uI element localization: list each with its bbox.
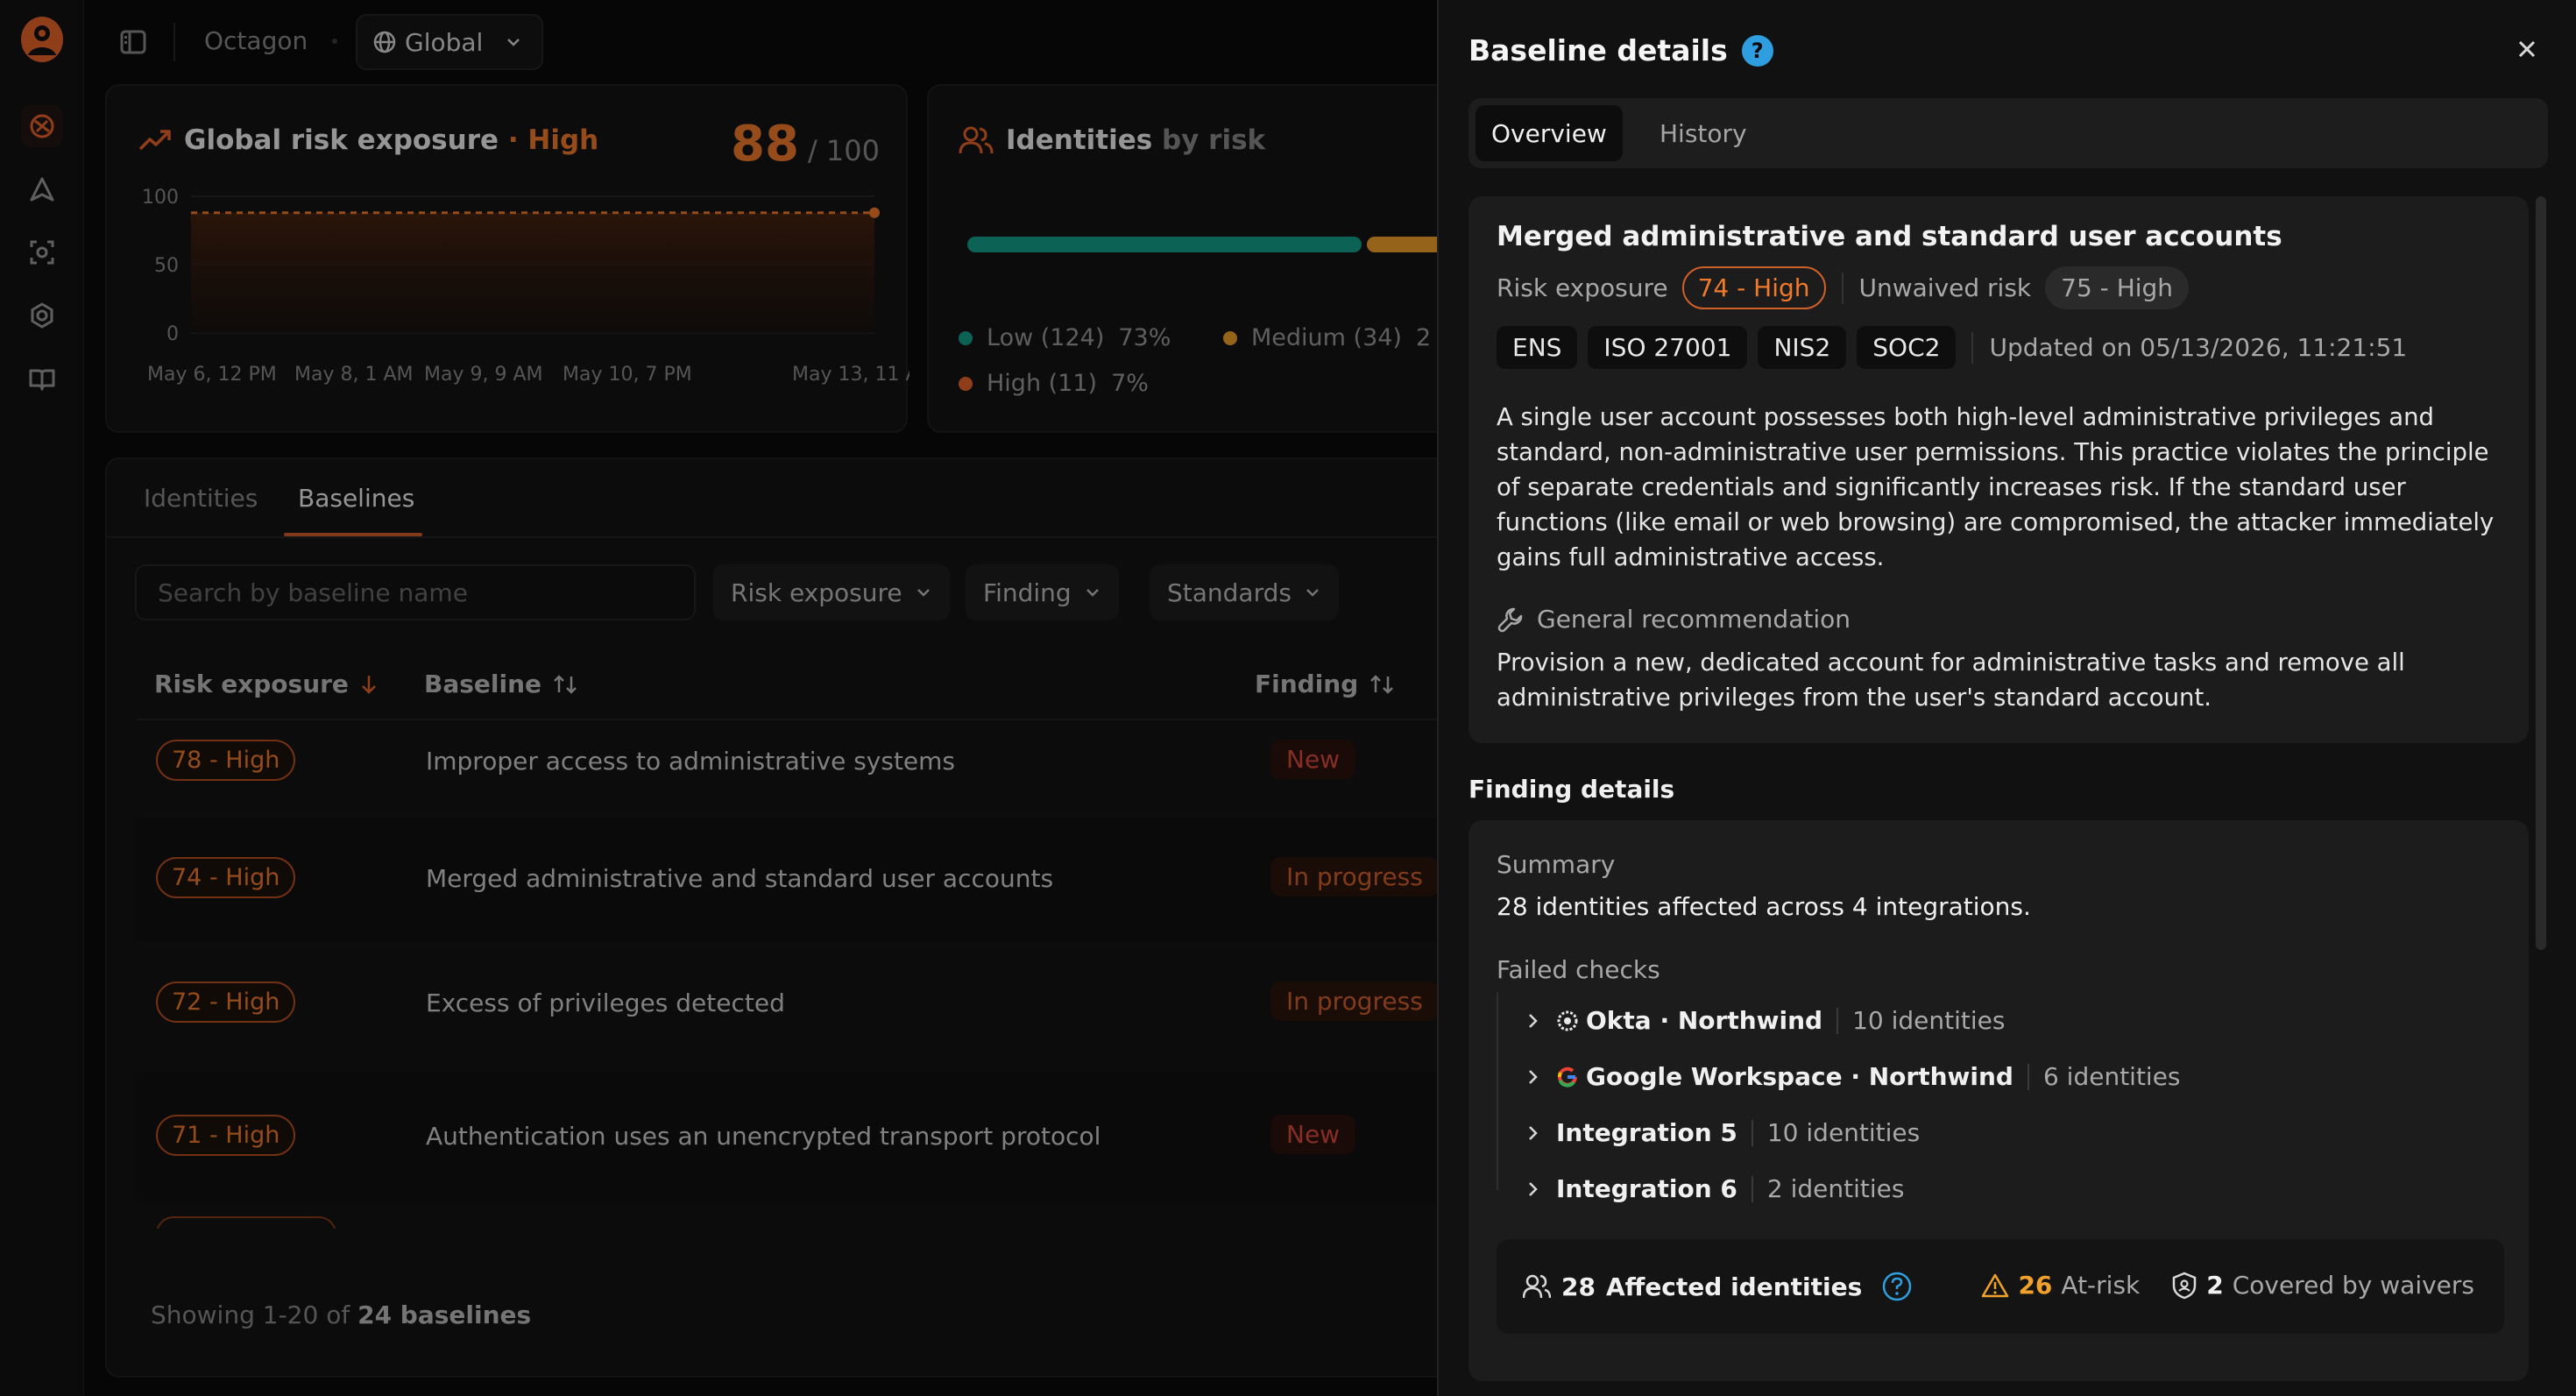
finding-details-heading: Finding details: [1468, 775, 1675, 804]
tab-history[interactable]: History: [1644, 105, 1763, 161]
affected-label: Affected identities: [1605, 1272, 1863, 1301]
summary-label: Summary: [1497, 850, 1616, 879]
failed-check-integration-5[interactable]: Integration 5 10 identities: [1523, 1118, 1920, 1147]
tab-overview[interactable]: Overview: [1476, 105, 1623, 161]
risk-exposure-badge: 74 - High: [1681, 266, 1826, 309]
finding-details-card: Summary 28 identities affected across 4 …: [1468, 820, 2529, 1381]
standards-line: ENS ISO 27001 NIS2 SOC2 Updated on 05/13…: [1497, 326, 2407, 369]
divider: [1841, 272, 1844, 304]
affected-count: 28: [1561, 1272, 1596, 1301]
baseline-summary-card: Merged administrative and standard user …: [1468, 196, 2529, 743]
scrollbar[interactable]: [2536, 196, 2546, 950]
drawer-tabs: Overview History: [1468, 98, 2548, 168]
failed-check-okta[interactable]: Okta · Northwind 10 identities: [1523, 1006, 2005, 1035]
chevron-right-icon: [1529, 1069, 1538, 1084]
drawer-title-text: Baseline details: [1468, 33, 1728, 67]
risk-exposure-label: Risk exposure: [1497, 273, 1668, 302]
check-name: Integration 5: [1556, 1118, 1737, 1147]
help-icon[interactable]: ?: [1741, 34, 1773, 67]
google-icon: [1557, 1066, 1577, 1087]
failed-checks-label: Failed checks: [1497, 955, 1660, 984]
recommendation-heading: General recommendation: [1497, 605, 1851, 634]
wrench-icon: [1497, 607, 1523, 632]
chevron-right-icon: [1529, 1181, 1538, 1196]
divider: [1836, 1007, 1839, 1034]
chevron-right-icon: [1529, 1125, 1538, 1140]
baseline-title: Merged administrative and standard user …: [1497, 221, 2282, 252]
unwaived-risk-label: Unwaived risk: [1858, 273, 2032, 302]
failed-check-integration-6[interactable]: Integration 6 2 identities: [1523, 1174, 1904, 1203]
failed-check-google[interactable]: Google Workspace · Northwind 6 identitie…: [1523, 1062, 2181, 1091]
check-count: 10 identities: [1766, 1118, 1921, 1147]
recommendation-text: Provision a new, dedicated account for a…: [1497, 648, 2405, 712]
standard-tag: ENS: [1497, 326, 1578, 369]
shield-icon: [2173, 1272, 2197, 1299]
warning-icon: [1982, 1273, 2009, 1297]
check-count: 10 identities: [1852, 1006, 2006, 1035]
standard-tag: SOC2: [1857, 326, 1957, 369]
divider: [1751, 1119, 1753, 1146]
at-risk-count: 26: [2018, 1271, 2053, 1300]
baseline-details-drawer: Baseline details ? Overview History Merg…: [1437, 0, 2576, 1396]
standard-tag: ISO 27001: [1588, 326, 1748, 369]
waived-count: 2: [2206, 1271, 2224, 1300]
check-name: Integration 6: [1556, 1174, 1737, 1203]
users-icon: [1523, 1274, 1551, 1299]
divider: [2027, 1063, 2029, 1090]
affected-identities-bar: 28 Affected identities 26 At-risk 2 Cove…: [1497, 1239, 2504, 1334]
check-name: Google Workspace · Northwind: [1586, 1062, 2013, 1091]
baseline-description: A single user account possesses both hig…: [1497, 403, 2495, 571]
drawer-title: Baseline details ?: [1468, 33, 1773, 67]
standard-tag: NIS2: [1758, 326, 1847, 369]
chevron-right-icon: [1529, 1013, 1538, 1028]
at-risk-label: At-risk: [2061, 1271, 2141, 1300]
divider: [1971, 331, 1974, 364]
modal-backdrop[interactable]: [0, 0, 1437, 1396]
updated-timestamp: Updated on 05/13/2026, 11:21:51: [1989, 333, 2408, 362]
check-count: 2 identities: [1766, 1174, 1905, 1203]
recommendation-label: General recommendation: [1537, 605, 1851, 634]
waived-label: Covered by waivers: [2232, 1271, 2474, 1300]
help-circle-icon[interactable]: [1881, 1271, 1913, 1302]
okta-icon: [1557, 1010, 1578, 1031]
tree-guide: [1497, 992, 1498, 1190]
check-count: 6 identities: [2042, 1062, 2181, 1091]
risk-line: Risk exposure 74 - High Unwaived risk 75…: [1497, 266, 2190, 309]
summary-text: 28 identities affected across 4 integrat…: [1497, 892, 2031, 921]
divider: [1751, 1175, 1753, 1202]
unwaived-risk-badge: 75 - High: [2045, 266, 2190, 309]
risk-breakdown: 26 At-risk 2 Covered by waivers: [1981, 1271, 2474, 1300]
affected-identities[interactable]: 28 Affected identities: [1523, 1271, 1913, 1302]
close-icon[interactable]: [2509, 32, 2544, 67]
check-name: Okta · Northwind: [1586, 1006, 1823, 1035]
